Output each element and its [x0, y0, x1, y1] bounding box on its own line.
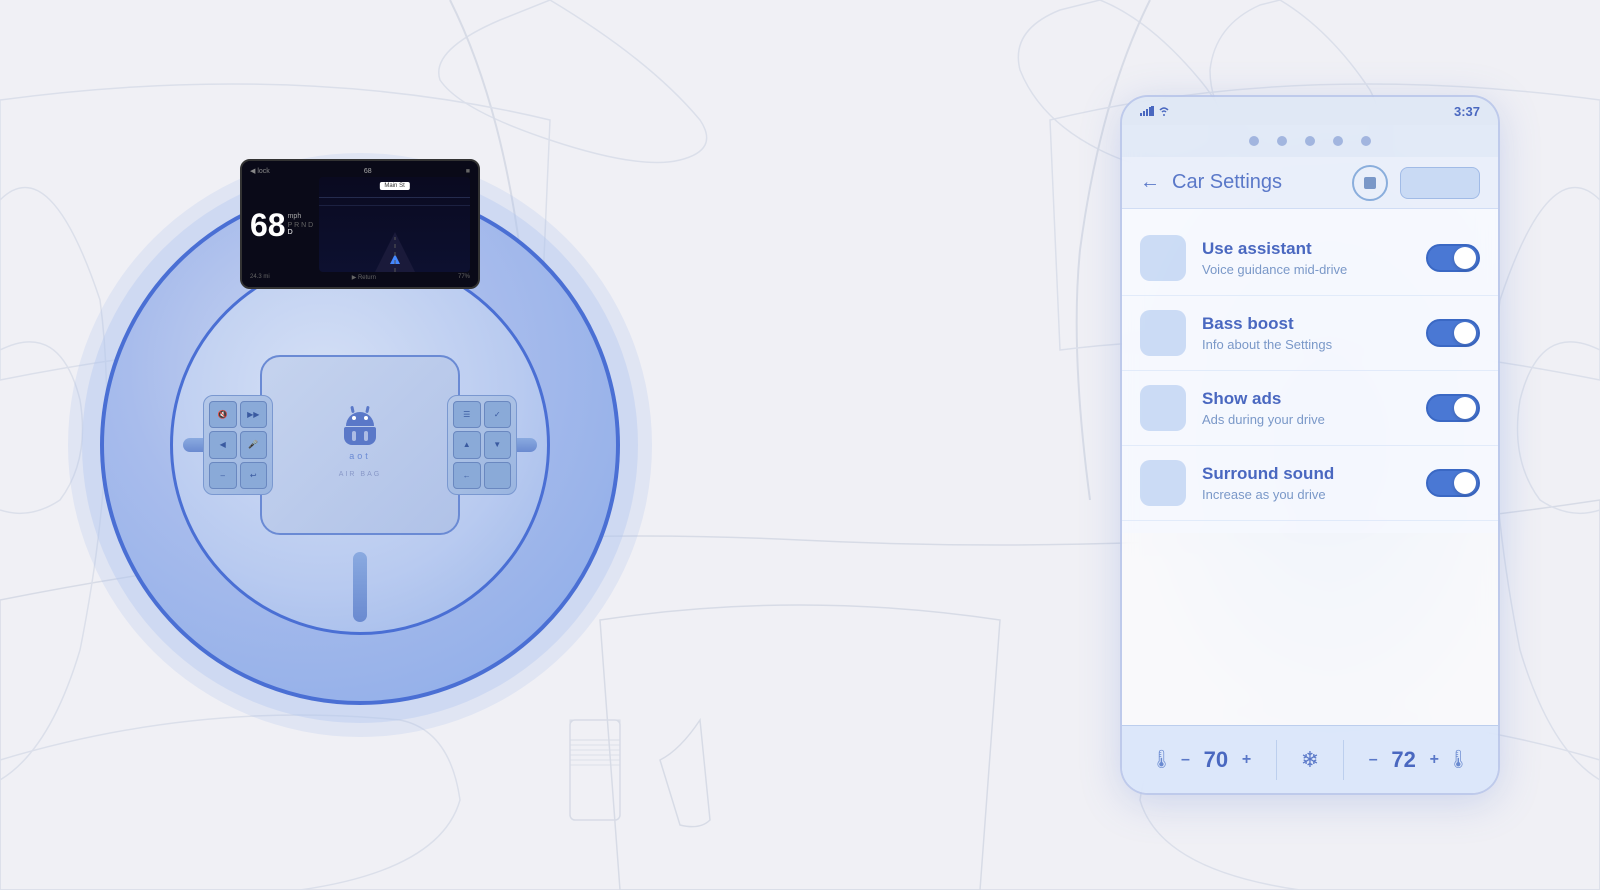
- bass-boost-toggle-knob: [1454, 322, 1476, 344]
- climate-divider-2: [1343, 740, 1344, 780]
- back-button[interactable]: ←: [1140, 171, 1160, 194]
- spoke-bottom: [353, 552, 367, 622]
- dash-speed-top: 68: [364, 168, 372, 175]
- btn-mute[interactable]: 🔇: [209, 401, 237, 428]
- settings-list: Use assistant Voice guidance mid-drive B…: [1122, 209, 1498, 533]
- dashboard-phone: ◀ lock 68 ■ 68 mph P R N D D: [240, 159, 480, 289]
- nav-dots-row: [1122, 125, 1498, 157]
- climate-left-plus[interactable]: +: [1242, 751, 1251, 769]
- btn-up[interactable]: ▲: [453, 431, 481, 458]
- show-ads-icon: [1140, 385, 1186, 431]
- climate-right-minus[interactable]: –: [1369, 751, 1378, 769]
- btn-menu[interactable]: ☰: [453, 401, 481, 428]
- btn-prev-track[interactable]: ◀: [209, 431, 237, 458]
- show-ads-title: Show ads: [1202, 389, 1410, 409]
- bass-boost-desc: Info about the Settings: [1202, 337, 1410, 352]
- action-button[interactable]: [1400, 167, 1480, 199]
- btn-mic[interactable]: 🎤: [240, 431, 268, 458]
- speed-unit: mph: [288, 213, 314, 220]
- btn-check[interactable]: ✓: [484, 401, 512, 428]
- climate-left-minus[interactable]: –: [1181, 751, 1190, 769]
- wifi-icon: [1158, 106, 1170, 116]
- climate-left-icon: 🌡: [1150, 749, 1173, 770]
- settings-title: Car Settings: [1172, 171, 1340, 194]
- btn-vol-down[interactable]: –: [209, 462, 237, 489]
- climate-left: 🌡 – 70 +: [1150, 747, 1251, 773]
- climate-right-icon: 🌡: [1447, 749, 1470, 770]
- stop-button[interactable]: [1352, 165, 1388, 201]
- steering-outer-ring: ◀ lock 68 ■ 68 mph P R N D D: [100, 185, 620, 705]
- btn-next-track[interactable]: ▶▶: [240, 401, 268, 428]
- steering-inner-ring: 🔇 ▶▶ ◀ 🎤 – ↩: [170, 255, 550, 635]
- surround-sound-toggle-knob: [1454, 472, 1476, 494]
- btn-call[interactable]: ↩: [240, 462, 268, 489]
- nav-dot-5: [1361, 136, 1371, 146]
- climate-right-plus[interactable]: +: [1430, 751, 1439, 769]
- dash-distance: 24.3 mi: [250, 274, 270, 281]
- main-content: ◀ lock 68 ■ 68 mph P R N D D: [0, 0, 1600, 890]
- signal-icon: [1140, 106, 1154, 116]
- use-assistant-title: Use assistant: [1202, 239, 1410, 259]
- wheel-controls-right: ☰ ✓ ▲ ▼ ←: [447, 395, 517, 495]
- settings-item-surround-sound: Surround sound Increase as you drive: [1122, 446, 1498, 521]
- android-logo: [346, 412, 374, 445]
- btn-left[interactable]: ←: [453, 462, 481, 489]
- bass-boost-icon: [1140, 310, 1186, 356]
- phone-frame: 3:37 ← Car Settings: [1120, 95, 1500, 795]
- climate-right: – 72 + 🌡: [1369, 747, 1470, 773]
- nav-dot-1: [1249, 136, 1259, 146]
- climate-divider-1: [1276, 740, 1277, 780]
- surround-sound-icon: [1140, 460, 1186, 506]
- surround-sound-desc: Increase as you drive: [1202, 487, 1410, 502]
- settings-header: ← Car Settings: [1122, 157, 1498, 209]
- settings-item-show-ads: Show ads Ads during your drive: [1122, 371, 1498, 446]
- nav-dot-4: [1333, 136, 1343, 146]
- settings-panel-container: 3:37 ← Car Settings: [1120, 95, 1520, 795]
- status-time: 3:37: [1454, 104, 1480, 119]
- climate-center-fan: ❄: [1301, 747, 1319, 773]
- show-ads-toggle[interactable]: [1426, 394, 1480, 422]
- use-assistant-toggle[interactable]: [1426, 244, 1480, 272]
- surround-sound-title: Surround sound: [1202, 464, 1410, 484]
- btn-down[interactable]: ▼: [484, 431, 512, 458]
- bass-boost-title: Bass boost: [1202, 314, 1410, 334]
- settings-item-use-assistant: Use assistant Voice guidance mid-drive: [1122, 221, 1498, 296]
- climate-bar: 🌡 – 70 + ❄ – 72 + 🌡: [1122, 725, 1498, 793]
- fan-icon: ❄: [1301, 747, 1319, 773]
- climate-left-value: 70: [1198, 747, 1234, 773]
- wheel-controls-left: 🔇 ▶▶ ◀ 🎤 – ↩: [203, 395, 273, 495]
- use-assistant-toggle-knob: [1454, 247, 1476, 269]
- nav-dot-3: [1305, 136, 1315, 146]
- use-assistant-text: Use assistant Voice guidance mid-drive: [1202, 239, 1410, 277]
- surround-sound-toggle[interactable]: [1426, 469, 1480, 497]
- dash-speed: 68: [250, 209, 286, 241]
- btn-empty: [484, 462, 512, 489]
- show-ads-toggle-knob: [1454, 397, 1476, 419]
- phone-status-bar: 3:37: [1122, 97, 1498, 125]
- wheel-hub: aot AIR BAG: [260, 355, 460, 535]
- climate-right-value: 72: [1386, 747, 1422, 773]
- nav-dot-2: [1277, 136, 1287, 146]
- bass-boost-text: Bass boost Info about the Settings: [1202, 314, 1410, 352]
- use-assistant-desc: Voice guidance mid-drive: [1202, 262, 1410, 277]
- use-assistant-icon: [1140, 235, 1186, 281]
- surround-sound-text: Surround sound Increase as you drive: [1202, 464, 1410, 502]
- stop-icon: [1364, 177, 1376, 189]
- status-icons: [1140, 106, 1170, 116]
- steering-section: ◀ lock 68 ■ 68 mph P R N D D: [80, 70, 640, 820]
- dash-battery: 77%: [458, 274, 470, 281]
- show-ads-text: Show ads Ads during your drive: [1202, 389, 1410, 427]
- bass-boost-toggle[interactable]: [1426, 319, 1480, 347]
- show-ads-desc: Ads during your drive: [1202, 412, 1410, 427]
- brand-text: aot: [349, 451, 371, 461]
- airbag-text: AIR BAG: [339, 471, 381, 478]
- nav-street: Main St: [379, 182, 409, 190]
- settings-item-bass-boost: Bass boost Info about the Settings: [1122, 296, 1498, 371]
